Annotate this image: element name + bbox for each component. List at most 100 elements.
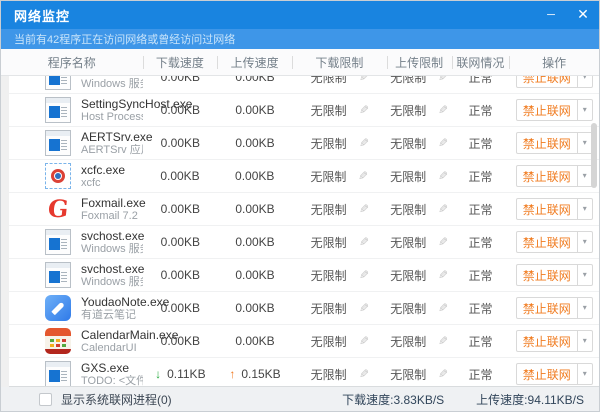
column-header-network-status: 联网情况 [452, 49, 510, 75]
program-desc: 有道云笔记 [81, 309, 143, 322]
network-status-value: 正常 [469, 366, 493, 383]
column-header-download-limit: 下载限制 [292, 49, 387, 75]
table-row[interactable]: svchost.exe Windows 服务主进程 0.00KB 0.00KB … [9, 76, 599, 94]
edit-upload-limit-icon[interactable] [438, 236, 448, 248]
edit-upload-limit-icon[interactable] [438, 302, 448, 314]
block-network-dropdown[interactable] [577, 76, 592, 87]
block-network-button[interactable]: 禁止联网 [517, 100, 577, 120]
block-network-button-group: 禁止联网 [516, 198, 593, 220]
chevron-down-icon [583, 76, 587, 81]
download-arrow-icon [155, 368, 161, 380]
chevron-down-icon [583, 304, 587, 312]
network-status-value: 正常 [469, 267, 493, 284]
block-network-button[interactable]: 禁止联网 [517, 331, 577, 351]
edit-download-limit-icon[interactable] [359, 302, 369, 314]
program-icon [45, 97, 71, 123]
table-row[interactable]: Foxmail.exe Foxmail 7.2 0.00KB 0.00KB 无限… [9, 193, 599, 226]
edit-upload-limit-icon[interactable] [438, 368, 448, 380]
program-name: SettingSyncHost.exe [81, 97, 143, 111]
download-limit-value: 无限制 [311, 333, 347, 350]
edit-download-limit-icon[interactable] [359, 104, 369, 116]
chevron-down-icon [583, 370, 587, 378]
block-network-dropdown[interactable] [577, 265, 592, 285]
program-name: xcfc.exe [81, 163, 125, 177]
block-network-dropdown[interactable] [577, 166, 592, 186]
program-icon [45, 76, 71, 90]
minimize-button[interactable] [535, 1, 567, 29]
block-network-dropdown[interactable] [577, 331, 592, 351]
table-row[interactable]: svchost.exe Windows 服务主进程 0.00KB 0.00KB … [9, 226, 599, 259]
edit-upload-limit-icon[interactable] [438, 76, 448, 83]
download-limit-value: 无限制 [311, 366, 347, 383]
program-name: Foxmail.exe [81, 196, 143, 210]
block-network-dropdown[interactable] [577, 232, 592, 252]
edit-upload-limit-icon[interactable] [438, 335, 448, 347]
block-network-button[interactable]: 禁止联网 [517, 298, 577, 318]
edit-download-limit-icon[interactable] [359, 203, 369, 215]
edit-download-limit-icon[interactable] [359, 269, 369, 281]
table-row[interactable]: GXS.exe TODO: <文件说明> 0.11KB 0.15KB 无限制 无… [9, 358, 599, 387]
table-row[interactable]: AERTSrv.exe AERTSrv 应用程序 0.00KB 0.00KB 无… [9, 127, 599, 160]
program-icon [45, 130, 71, 156]
block-network-dropdown[interactable] [577, 298, 592, 318]
network-monitor-window: 网络监控 当前有42程序正在访问网络或曾经访问过网络 程序名称 下载速度 上传速… [0, 0, 600, 412]
upload-speed-value: 0.00KB [235, 235, 274, 249]
block-network-button[interactable]: 禁止联网 [517, 364, 577, 384]
column-header-upload-limit: 上传限制 [387, 49, 452, 75]
show-system-processes-label[interactable]: 显示系统联网进程(0) [61, 391, 172, 408]
program-desc: Windows 服务主进程 [81, 78, 143, 91]
close-button[interactable] [567, 1, 599, 29]
block-network-dropdown[interactable] [577, 133, 592, 153]
edit-download-limit-icon[interactable] [359, 335, 369, 347]
block-network-dropdown[interactable] [577, 100, 592, 120]
network-status-value: 正常 [469, 300, 493, 317]
edit-download-limit-icon[interactable] [358, 170, 368, 182]
edit-upload-limit-icon[interactable] [438, 104, 448, 116]
edit-download-limit-icon[interactable] [359, 236, 369, 248]
edit-upload-limit-icon[interactable] [438, 203, 448, 215]
table-row[interactable]: CalendarMain.exe CalendarUI 0.00KB 0.00K… [9, 325, 599, 358]
block-network-button[interactable]: 禁止联网 [517, 199, 577, 219]
download-limit-value: 无限制 [311, 102, 347, 119]
program-count-text: 当前有42程序正在访问网络或曾经访问过网络 [14, 31, 235, 47]
show-system-processes-checkbox[interactable] [39, 393, 52, 406]
block-network-dropdown[interactable] [577, 364, 592, 384]
network-status-value: 正常 [469, 234, 493, 251]
download-limit-value: 无限制 [311, 300, 347, 317]
table-row[interactable]: svchost.exe Windows 服务主进程 0.00KB 0.00KB … [9, 259, 599, 292]
table-body: svchost.exe Windows 服务主进程 0.00KB 0.00KB … [1, 76, 599, 387]
rows-scroll: svchost.exe Windows 服务主进程 0.00KB 0.00KB … [9, 76, 599, 387]
network-status-value: 正常 [469, 333, 493, 350]
table-row[interactable]: xcfc.exe xcfc 0.00KB 0.00KB 无限制 无限制 正常 禁… [9, 160, 599, 193]
block-network-dropdown[interactable] [577, 199, 592, 219]
download-limit-value: 无限制 [311, 135, 347, 152]
column-header-action: 操作 [509, 49, 599, 75]
program-desc: Foxmail 7.2 [81, 210, 143, 223]
program-desc: CalendarUI [81, 342, 143, 355]
edit-download-limit-icon[interactable] [359, 368, 369, 380]
table-row[interactable]: YoudaoNote.exe 有道云笔记 0.00KB 0.00KB 无限制 无… [9, 292, 599, 325]
titlebar: 网络监控 [1, 1, 599, 29]
block-network-button-group: 禁止联网 [516, 132, 593, 154]
column-header-upload-speed: 上传速度 [217, 49, 292, 75]
block-network-button[interactable]: 禁止联网 [517, 232, 577, 252]
table-row[interactable]: SettingSyncHost.exe Host Process for Set… [9, 94, 599, 127]
edit-upload-limit-icon[interactable] [438, 137, 448, 149]
block-network-button-group: 禁止联网 [516, 165, 593, 187]
download-speed-value: 0.11KB [167, 367, 205, 381]
block-network-button[interactable]: 禁止联网 [517, 76, 577, 87]
program-name: svchost.exe [81, 262, 143, 276]
program-desc: xcfc [81, 177, 125, 190]
download-speed-value: 0.00KB [161, 334, 200, 348]
vertical-scrollbar-thumb[interactable] [591, 123, 597, 188]
edit-download-limit-icon[interactable] [359, 137, 369, 149]
program-name: GXS.exe [81, 361, 143, 375]
block-network-button[interactable]: 禁止联网 [517, 133, 577, 153]
block-network-button[interactable]: 禁止联网 [517, 166, 577, 186]
column-header-download-speed: 下载速度 [143, 49, 218, 75]
block-network-button[interactable]: 禁止联网 [517, 265, 577, 285]
edit-download-limit-icon[interactable] [359, 76, 369, 83]
window-title: 网络监控 [14, 6, 70, 25]
edit-upload-limit-icon[interactable] [438, 269, 448, 281]
edit-upload-limit-icon[interactable] [438, 170, 448, 182]
